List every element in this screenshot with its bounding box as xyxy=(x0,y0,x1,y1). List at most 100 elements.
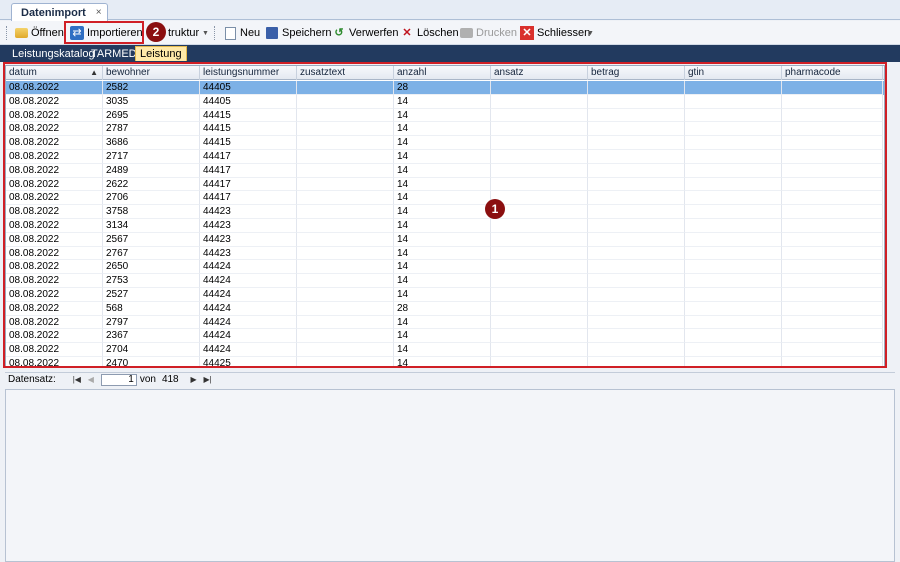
table-row[interactable]: 08.08.2022 3035 44405 14 xyxy=(6,94,884,109)
cell-anzahl[interactable]: 14 xyxy=(394,150,491,164)
cell-datum[interactable]: 08.08.2022 xyxy=(6,219,103,233)
cell-leistungsnummer[interactable]: 44424 xyxy=(200,274,297,288)
table-row[interactable]: 08.08.2022 2753 44424 14 xyxy=(6,274,884,288)
cell-ansatz[interactable] xyxy=(491,219,588,233)
cell-bewohner[interactable]: 3134 xyxy=(103,219,200,233)
cell-datum[interactable]: 08.08.2022 xyxy=(6,274,103,288)
cell-pharmacode[interactable] xyxy=(782,163,883,178)
cell-betrag[interactable] xyxy=(588,246,685,261)
cell-leistungsnummer[interactable]: 44405 xyxy=(200,81,297,95)
cell-leistungsnummer[interactable]: 44415 xyxy=(200,108,297,123)
column-header-leistungsnummer[interactable]: leistungsnummer xyxy=(200,66,297,80)
cell-pharmacode[interactable] xyxy=(782,329,883,344)
cell-ansatz[interactable] xyxy=(491,81,588,95)
cell-zusatztext[interactable] xyxy=(297,288,394,302)
cell-ansatz[interactable] xyxy=(491,246,588,261)
tab-datenimport[interactable]: Datenimport × xyxy=(11,3,108,21)
table-row[interactable]: 08.08.2022 2787 44415 14 xyxy=(6,122,884,137)
import-button[interactable]: ⇄ Importieren xyxy=(68,24,145,42)
cell-pharmacode[interactable] xyxy=(782,94,883,109)
cell-bewohner[interactable]: 2367 xyxy=(103,329,200,344)
cell-zusatztext[interactable] xyxy=(297,274,394,288)
cell-ansatz[interactable] xyxy=(491,122,588,137)
tab-tarmed[interactable]: TARMED xyxy=(87,46,141,61)
cell-datum[interactable]: 08.08.2022 xyxy=(6,136,103,150)
cell-anzahl[interactable]: 14 xyxy=(394,288,491,302)
table-row[interactable]: 08.08.2022 3686 44415 14 xyxy=(6,136,884,150)
table-row[interactable]: 08.08.2022 3134 44423 14 xyxy=(6,219,884,233)
cell-betrag[interactable] xyxy=(588,163,685,178)
cell-bewohner[interactable]: 2787 xyxy=(103,122,200,137)
table-row[interactable]: 08.08.2022 2489 44417 14 xyxy=(6,163,884,178)
cell-ansatz[interactable] xyxy=(491,301,588,316)
cell-zusatztext[interactable] xyxy=(297,329,394,344)
discard-button[interactable]: ↺ Verwerfen xyxy=(330,24,401,42)
cell-betrag[interactable] xyxy=(588,191,685,206)
table-row[interactable]: 08.08.2022 2527 44424 14 xyxy=(6,288,884,302)
cell-anzahl[interactable]: 14 xyxy=(394,177,491,192)
cell-pharmacode[interactable] xyxy=(782,246,883,261)
cell-anzahl[interactable]: 14 xyxy=(394,246,491,261)
previous-record-icon[interactable]: ◀ xyxy=(84,375,98,384)
cell-anzahl[interactable]: 14 xyxy=(394,163,491,178)
cell-pharmacode[interactable] xyxy=(782,81,883,95)
cell-zusatztext[interactable] xyxy=(297,315,394,330)
cell-bewohner[interactable]: 2470 xyxy=(103,357,200,366)
cell-anzahl[interactable]: 28 xyxy=(394,301,491,316)
cell-datum[interactable]: 08.08.2022 xyxy=(6,246,103,261)
column-header-ansatz[interactable]: ansatz xyxy=(491,66,588,80)
cell-ansatz[interactable] xyxy=(491,94,588,109)
cell-pharmacode[interactable] xyxy=(782,301,883,316)
cell-datum[interactable]: 08.08.2022 xyxy=(6,108,103,123)
cell-betrag[interactable] xyxy=(588,94,685,109)
cell-datum[interactable]: 08.08.2022 xyxy=(6,301,103,316)
first-record-icon[interactable]: |◀ xyxy=(70,375,84,384)
cell-zusatztext[interactable] xyxy=(297,205,394,219)
cell-gtin[interactable] xyxy=(685,274,782,288)
cell-datum[interactable]: 08.08.2022 xyxy=(6,177,103,192)
cell-gtin[interactable] xyxy=(685,122,782,137)
cell-ansatz[interactable] xyxy=(491,191,588,206)
cell-bewohner[interactable]: 2650 xyxy=(103,260,200,275)
cell-ansatz[interactable] xyxy=(491,136,588,150)
column-header-bewohner[interactable]: bewohner xyxy=(103,66,200,80)
close-button[interactable]: ✕ Schliessen xyxy=(518,24,592,42)
last-record-icon[interactable]: ▶| xyxy=(201,375,215,384)
cell-gtin[interactable] xyxy=(685,177,782,192)
cell-zusatztext[interactable] xyxy=(297,94,394,109)
cell-ansatz[interactable] xyxy=(491,288,588,302)
cell-pharmacode[interactable] xyxy=(782,150,883,164)
cell-datum[interactable]: 08.08.2022 xyxy=(6,163,103,178)
cell-bewohner[interactable]: 2527 xyxy=(103,288,200,302)
cell-gtin[interactable] xyxy=(685,315,782,330)
cell-betrag[interactable] xyxy=(588,81,685,95)
cell-leistungsnummer[interactable]: 44417 xyxy=(200,191,297,206)
cell-ansatz[interactable] xyxy=(491,274,588,288)
cell-gtin[interactable] xyxy=(685,301,782,316)
cell-bewohner[interactable]: 2582 xyxy=(103,81,200,95)
cell-datum[interactable]: 08.08.2022 xyxy=(6,232,103,247)
cell-pharmacode[interactable] xyxy=(782,343,883,357)
table-row[interactable]: 08.08.2022 2367 44424 14 xyxy=(6,329,884,344)
cell-anzahl[interactable]: 14 xyxy=(394,122,491,137)
cell-bewohner[interactable]: 2704 xyxy=(103,343,200,357)
tab-leistung[interactable]: Leistung xyxy=(135,46,187,61)
cell-pharmacode[interactable] xyxy=(782,288,883,302)
cell-gtin[interactable] xyxy=(685,205,782,219)
cell-betrag[interactable] xyxy=(588,150,685,164)
cell-gtin[interactable] xyxy=(685,343,782,357)
cell-betrag[interactable] xyxy=(588,108,685,123)
cell-anzahl[interactable]: 14 xyxy=(394,315,491,330)
cell-betrag[interactable] xyxy=(588,301,685,316)
open-button[interactable]: Öffnen xyxy=(12,24,66,42)
cell-zusatztext[interactable] xyxy=(297,122,394,137)
column-header-anzahl[interactable]: anzahl xyxy=(394,66,491,80)
cell-betrag[interactable] xyxy=(588,122,685,137)
cell-anzahl[interactable]: 14 xyxy=(394,205,491,219)
cell-anzahl[interactable]: 14 xyxy=(394,260,491,275)
cell-ansatz[interactable] xyxy=(491,177,588,192)
cell-ansatz[interactable] xyxy=(491,205,588,219)
cell-betrag[interactable] xyxy=(588,260,685,275)
cell-ansatz[interactable] xyxy=(491,315,588,330)
table-row[interactable]: 08.08.2022 2797 44424 14 xyxy=(6,315,884,330)
